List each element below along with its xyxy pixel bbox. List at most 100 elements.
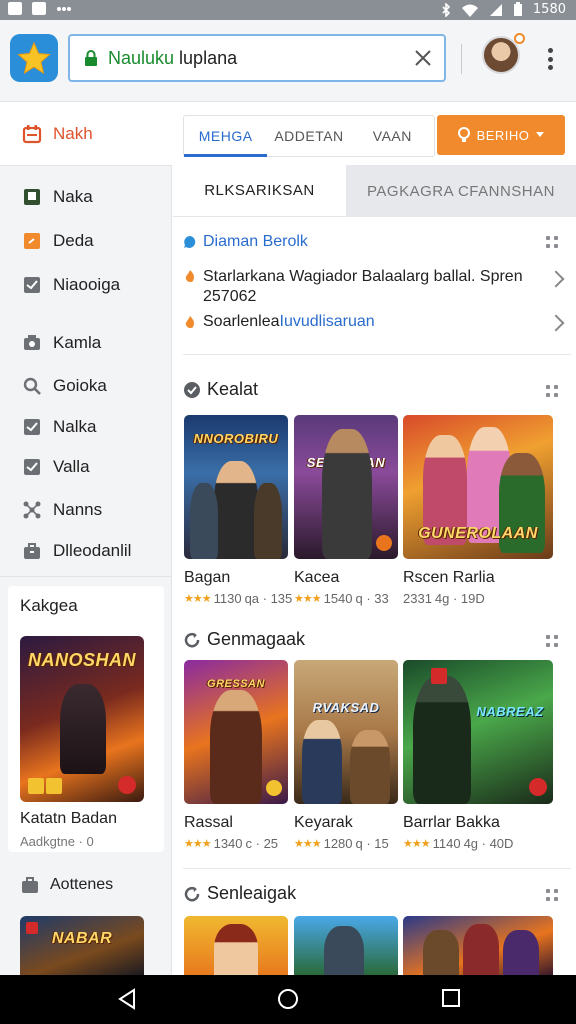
sidebar-header[interactable]: Nakh xyxy=(0,103,172,166)
chevron-right-icon[interactable] xyxy=(547,270,565,288)
game-card[interactable]: NNOROBIRU Bagan ★★★ 1130 qa · 135 xyxy=(184,415,293,606)
hero-figure xyxy=(190,483,218,559)
game-card[interactable]: GUNEROLAAN Rscen Rarlia 2331 4g · 19D xyxy=(403,415,553,606)
sidebar-item-niaooiga[interactable]: Niaooiga xyxy=(0,267,172,303)
flame-icon xyxy=(185,316,194,329)
sidebar-item-dlleodanlil[interactable]: Dlleodanlil xyxy=(0,533,172,569)
chat-bubble-icon xyxy=(184,236,196,248)
hero-figure xyxy=(423,930,459,975)
hero-figure xyxy=(302,720,342,804)
hero-figure xyxy=(254,483,282,559)
url-text[interactable]: Nauluku luplana xyxy=(108,48,410,69)
main-content: MEHGA ADDETAN VAAN BERIHO RLKSARIKSAN PA… xyxy=(173,103,576,975)
section-title: Senleaigak xyxy=(183,883,296,904)
hero-figure xyxy=(214,461,258,559)
chevron-down-icon xyxy=(536,132,545,137)
publisher-logo-icon xyxy=(118,776,136,794)
section-divider xyxy=(183,868,571,869)
sidebar-item-deda[interactable]: Deda xyxy=(0,223,172,259)
chevron-right-icon[interactable] xyxy=(547,314,565,332)
clear-button[interactable] xyxy=(410,45,436,71)
featured-game-meta: Aadkgtne · 0 xyxy=(20,834,94,849)
game-thumbnail[interactable]: RVAKSAD xyxy=(294,660,398,804)
sidebar-item-kamla[interactable]: Kamla xyxy=(0,325,172,361)
game-thumbnail[interactable] xyxy=(184,916,288,975)
news-item[interactable]: Starlarkana Wagiador Balaalarg ballal. S… xyxy=(183,267,543,307)
briefcase-icon xyxy=(21,540,43,562)
rating-stars-icon: ★★★ xyxy=(294,593,322,605)
sidebar-item-nanns[interactable]: Nanns xyxy=(0,492,172,528)
rating-stars-icon: ★★★ xyxy=(294,838,322,850)
game-title: Barrlar Bakka xyxy=(403,814,500,831)
section-title: Kealat xyxy=(183,379,258,400)
flame-icon xyxy=(185,270,194,283)
news-item[interactable]: Soarlenlea Iuvudlisaruan xyxy=(183,313,375,331)
hero-figure xyxy=(503,930,539,975)
publisher-logo-icon xyxy=(26,922,38,934)
game-meta: ★★★ 1130 qa · 135 xyxy=(184,591,293,606)
hero-figure xyxy=(322,429,372,559)
notification-dot xyxy=(514,33,525,44)
game-thumbnail[interactable] xyxy=(294,916,398,975)
app-logo[interactable] xyxy=(10,34,58,82)
game-meta: ★★★ 1280 q · 15 xyxy=(294,836,389,851)
game-thumbnail[interactable]: NABREAZ xyxy=(403,660,553,804)
game-card[interactable]: SEGRDAAN Kacea ★★★1540q · 33 xyxy=(294,415,398,606)
sidebar-item-valla[interactable]: Valla xyxy=(0,449,172,485)
star-icon xyxy=(17,41,51,75)
sidebar-header-label: Nakh xyxy=(53,124,93,143)
tab-vaan[interactable]: VAAN xyxy=(351,116,434,156)
sidebar-item-nalka[interactable]: Nalka xyxy=(0,409,172,445)
battery-icon xyxy=(513,2,522,16)
game-meta: ★★★ 1540 q · 33 xyxy=(294,591,389,606)
game-thumbnail[interactable]: NNOROBIRU xyxy=(184,415,288,559)
sidebar-item-naka[interactable]: Naka xyxy=(0,179,172,215)
game-card[interactable]: RVAKSAD Keyarak ★★★ 1280 q · 15 xyxy=(294,660,398,851)
game-thumbnail[interactable] xyxy=(403,916,553,975)
game-thumbnail[interactable]: SEGRDAAN xyxy=(294,415,398,559)
game-thumbnail[interactable]: GUNEROLAAN xyxy=(403,415,553,559)
drag-handle-icon[interactable] xyxy=(546,385,558,397)
rating-stars-icon: ★★★ xyxy=(184,593,212,605)
game-thumbnail[interactable]: GRESSAN xyxy=(184,660,288,804)
drag-handle-icon[interactable] xyxy=(546,236,558,248)
featured-card[interactable]: Kakgea NANOSHAN Katatn Badan Aadkgtne · … xyxy=(8,586,164,852)
hero-figure xyxy=(324,926,364,975)
address-bar[interactable]: Nauluku luplana xyxy=(68,34,446,82)
back-icon[interactable] xyxy=(117,988,137,1010)
home-icon[interactable] xyxy=(277,988,299,1010)
publisher-logo-icon xyxy=(266,780,282,796)
game-card[interactable]: GRESSAN Rassal ★★★ 1340 c · 25 xyxy=(184,660,288,851)
drag-handle-icon[interactable] xyxy=(546,889,558,901)
second-game-art[interactable]: NABAR xyxy=(20,916,144,975)
section-title: Genmagaak xyxy=(183,629,305,650)
tab-bar: MEHGA ADDETAN VAAN xyxy=(183,115,435,157)
news-link[interactable]: Iuvudlisaruan xyxy=(280,313,375,331)
wifi-icon xyxy=(461,4,478,17)
bookmark-icon xyxy=(21,186,43,208)
signal-icon xyxy=(489,3,502,16)
briefcase-icon xyxy=(22,877,38,893)
more-notifications-icon xyxy=(57,6,71,11)
sidebar-item-goioka[interactable]: Goioka xyxy=(0,368,172,404)
hero-figure xyxy=(413,676,471,804)
segment-pagkagra[interactable]: PAGKAGRA CFANNSHAN xyxy=(346,165,576,217)
tab-mehga[interactable]: MEHGA xyxy=(184,116,268,157)
lightbulb-icon xyxy=(457,127,470,142)
game-card[interactable]: NABREAZ Barrlar Bakka ★★★ 1140 4g · 40D xyxy=(403,660,553,851)
lock-icon xyxy=(85,50,97,66)
segment-rlksariksan[interactable]: RLKSARIKSAN xyxy=(173,165,346,217)
tab-addetan[interactable]: ADDETAN xyxy=(267,116,350,156)
drag-handle-icon[interactable] xyxy=(546,635,558,647)
camera-icon xyxy=(21,332,43,354)
news-item[interactable]: Diaman Berolk xyxy=(183,233,308,251)
publisher-logo-icon xyxy=(376,535,392,551)
beriho-button[interactable]: BERIHO xyxy=(437,115,565,155)
message-notification-icon xyxy=(32,2,46,15)
hero-figure xyxy=(210,690,262,804)
recents-icon[interactable] xyxy=(441,988,461,1008)
toolbar-divider xyxy=(461,44,462,74)
featured-game-art[interactable]: NANOSHAN xyxy=(20,636,144,802)
more-menu-button[interactable] xyxy=(544,44,556,74)
game-meta: ★★★ 1140 4g · 40D xyxy=(403,836,514,851)
